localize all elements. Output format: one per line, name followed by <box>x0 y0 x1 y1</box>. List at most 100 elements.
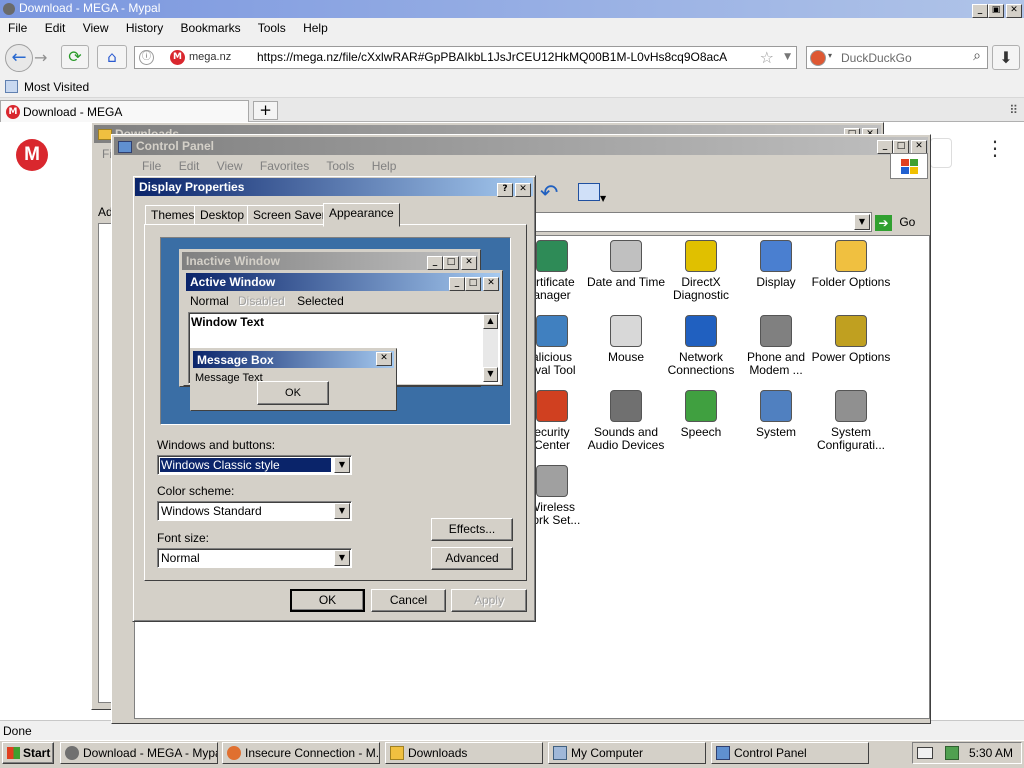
cp-menu-tools[interactable]: Tools <box>326 159 354 173</box>
task-mega-mypal[interactable]: Download - MEGA - Mypal <box>60 742 218 764</box>
new-tab-button[interactable]: + <box>253 101 278 120</box>
effects-button[interactable]: Effects... <box>431 518 513 541</box>
menu-edit[interactable]: Edit <box>45 21 66 35</box>
tab-mega-download[interactable]: M Download - MEGA <box>0 100 249 122</box>
home-button[interactable]: ⌂ <box>97 45 127 69</box>
url-bar[interactable]: ⓘ M mega.nz https://mega.nz/file/cXxlwRA… <box>134 46 797 69</box>
cp-menu-favorites[interactable]: Favorites <box>260 159 309 173</box>
downloads-button[interactable]: ⬇ <box>992 45 1020 70</box>
cp-item-mouse[interactable]: Mouse <box>586 315 666 364</box>
menu-history[interactable]: History <box>126 21 163 35</box>
task-control-panel[interactable]: Control Panel <box>711 742 869 764</box>
cp-menu-view[interactable]: View <box>217 159 243 173</box>
browser-menubar: File Edit View History Bookmarks Tools H… <box>0 18 1024 40</box>
cp-maximize-button[interactable]: □ <box>893 140 909 154</box>
font-size-select[interactable]: Normal ▼ <box>157 548 352 568</box>
page-header-button[interactable] <box>930 138 952 168</box>
cp-item-display[interactable]: Display <box>736 240 816 289</box>
forward-button[interactable]: → <box>34 49 56 69</box>
bookmark-most-visited[interactable]: Most Visited <box>24 80 89 94</box>
cp-item-power[interactable]: Power Options <box>811 315 891 364</box>
windows-buttons-dropdown-icon[interactable]: ▼ <box>334 457 350 473</box>
start-label: Start <box>23 746 51 760</box>
cp-item-folder[interactable]: Folder Options <box>811 240 891 289</box>
apply-button[interactable]: Apply <box>451 589 527 612</box>
cp-menu-file[interactable]: File <box>142 159 161 173</box>
display-properties-dialog[interactable]: Display Properties ? ✕ Themes Desktop Scr… <box>132 175 536 622</box>
back-arrow-icon: ← <box>11 47 27 68</box>
cp-item-system-config[interactable]: System Configurati... <box>811 390 891 452</box>
tab-desktop[interactable]: Desktop <box>194 205 251 225</box>
cp-item-computer[interactable]: System <box>736 390 816 439</box>
cp-item-speech[interactable]: Speech <box>661 390 741 439</box>
minimize-button[interactable]: _ <box>972 4 988 18</box>
task-label: Control Panel <box>734 746 807 760</box>
restore-button[interactable]: ▣ <box>988 4 1004 18</box>
clock[interactable]: 5:30 AM <box>969 746 1013 760</box>
color-scheme-dropdown-icon[interactable]: ▼ <box>334 503 350 519</box>
tab-themes[interactable]: Themes <box>145 205 201 225</box>
cp-item-phone[interactable]: Phone and Modem ... <box>736 315 816 377</box>
cp-item-label: DirectX Diagnostic <box>672 275 730 302</box>
task-my-computer[interactable]: My Computer <box>548 742 706 764</box>
cancel-button[interactable]: Cancel <box>371 589 446 612</box>
shield-icon <box>536 390 568 422</box>
menu-view[interactable]: View <box>83 21 109 35</box>
duckduckgo-icon[interactable] <box>810 50 826 66</box>
wireless-icon <box>536 465 568 497</box>
back-button[interactable]: ← <box>5 44 33 72</box>
tab-screen-saver[interactable]: Screen Saver <box>247 205 332 225</box>
cp-menu-help[interactable]: Help <box>372 159 397 173</box>
bookmark-star-icon[interactable]: ☆ <box>760 48 774 67</box>
cp-undo-button[interactable]: ↶ <box>540 181 568 209</box>
search-input[interactable]: DuckDuckGo <box>841 51 912 65</box>
mega-tab-favicon-icon: M <box>6 105 20 119</box>
cp-item-speaker[interactable]: Sounds and Audio Devices <box>586 390 666 452</box>
menu-file[interactable]: File <box>8 21 27 35</box>
site-info-icon[interactable]: ⓘ <box>139 50 154 65</box>
cp-views-button[interactable]: ▼ <box>578 183 612 207</box>
task-downloads[interactable]: Downloads <box>385 742 543 764</box>
address-dropdown-icon[interactable]: ▼ <box>854 214 870 230</box>
ok-button[interactable]: OK <box>290 589 365 612</box>
network-tray-icon[interactable] <box>945 746 959 760</box>
dialog-close-button[interactable]: ✕ <box>515 183 531 197</box>
help-button[interactable]: ? <box>497 183 513 197</box>
color-scheme-select[interactable]: Windows Standard ▼ <box>157 501 352 521</box>
display-icon <box>760 240 792 272</box>
menu-help[interactable]: Help <box>303 21 328 35</box>
url-dropdown-icon[interactable]: ▼ <box>784 52 791 62</box>
preview-window-text: Window Text <box>191 315 264 329</box>
advanced-button[interactable]: Advanced <box>431 547 513 570</box>
cp-item-network[interactable]: Network Connections <box>661 315 741 377</box>
reload-button[interactable]: ⟳ <box>61 45 89 69</box>
cp-item-directx[interactable]: DirectX Diagnostic <box>661 240 741 302</box>
start-button[interactable]: Start <box>2 742 54 764</box>
color-scheme-value: Windows Standard <box>161 504 262 518</box>
cp-close-button[interactable]: ✕ <box>911 140 927 154</box>
font-size-dropdown-icon[interactable]: ▼ <box>334 550 350 566</box>
tab-appearance[interactable]: Appearance <box>323 203 400 227</box>
mega-favicon-icon: M <box>170 50 185 65</box>
mypal-icon <box>65 746 79 760</box>
search-bar[interactable]: ▾ DuckDuckGo ⌕ <box>806 46 988 69</box>
menu-tools[interactable]: Tools <box>258 21 286 35</box>
cp-item-label: Sounds and Audio Devices <box>587 425 665 452</box>
page-menu-icon[interactable]: ⋮ <box>985 138 1005 158</box>
search-icon[interactable]: ⌕ <box>973 48 981 64</box>
cp-minimize-button[interactable]: _ <box>877 140 893 154</box>
cp-menu-edit[interactable]: Edit <box>179 159 200 173</box>
task-insecure-connection[interactable]: Insecure Connection - M... <box>222 742 380 764</box>
mega-logo[interactable]: M <box>16 139 48 171</box>
cp-item-clock[interactable]: Date and Time <box>586 240 666 289</box>
keyboard-icon[interactable] <box>917 747 933 759</box>
cp-item-label: System Configurati... <box>816 425 886 452</box>
cp-item-label: System <box>755 425 796 439</box>
preview-menu-disabled: Disabled <box>238 294 285 308</box>
close-button[interactable]: ✕ <box>1006 4 1022 18</box>
windows-buttons-select[interactable]: Windows Classic style ▼ <box>157 455 352 475</box>
cp-go-button[interactable]: ➔ Go <box>875 212 923 232</box>
preview-menu-selected: Selected <box>297 294 344 308</box>
menu-bookmarks[interactable]: Bookmarks <box>181 21 241 35</box>
font-size-value: Normal <box>161 551 200 565</box>
